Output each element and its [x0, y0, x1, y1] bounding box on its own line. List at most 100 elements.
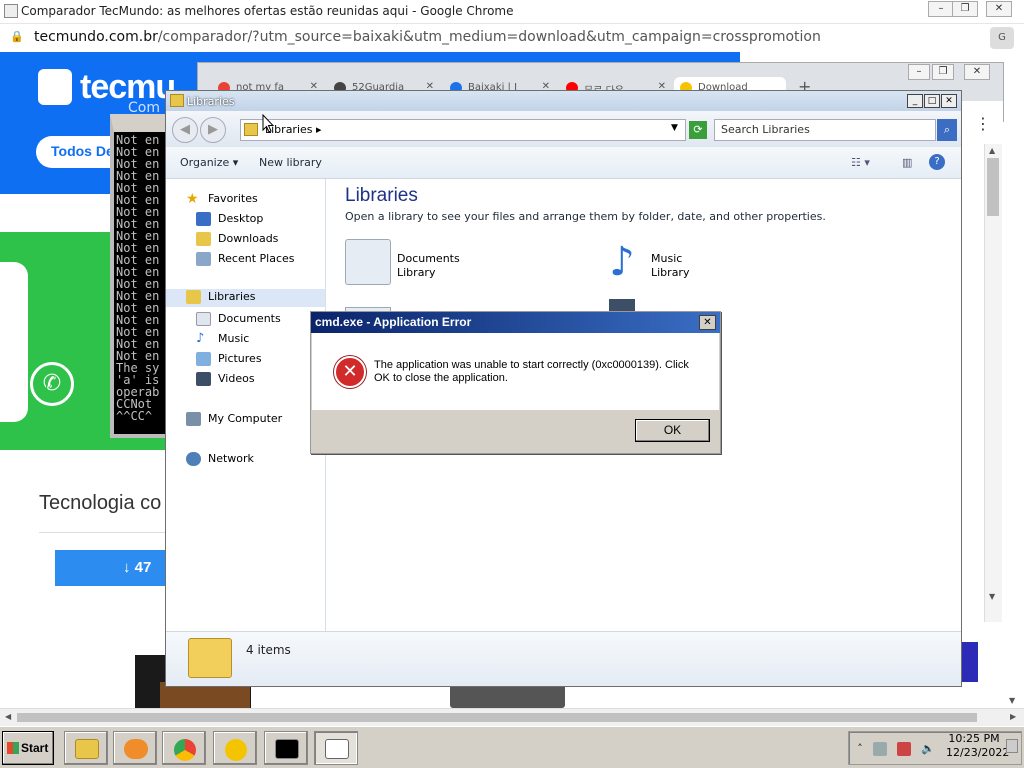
- documents-library-icon[interactable]: [345, 239, 391, 285]
- dialog-message: The application was unable to start corr…: [374, 359, 689, 384]
- back-button[interactable]: ◀: [172, 117, 198, 143]
- restore-button[interactable]: ❐: [932, 64, 954, 80]
- close-button[interactable]: ✕: [964, 64, 990, 80]
- cmd-window[interactable]: a Not en Not en Not en Not en Not en Not…: [110, 114, 172, 438]
- breadcrumb-dropdown-icon[interactable]: ▼: [671, 123, 678, 133]
- page-scrollbar[interactable]: ▲ ▼: [984, 144, 1002, 622]
- nav-network[interactable]: Network: [186, 451, 254, 469]
- library-item-documents[interactable]: Documents Library: [397, 252, 460, 280]
- start-label: Start: [21, 741, 49, 755]
- organize-button[interactable]: Organize ▾: [180, 156, 238, 169]
- taskbar-window-button[interactable]: [314, 731, 358, 765]
- forward-button[interactable]: ▶: [200, 117, 226, 143]
- clock[interactable]: 10:25 PM 12/23/2022: [946, 732, 1009, 760]
- restore-button[interactable]: ❐: [952, 1, 978, 17]
- minimize-button[interactable]: –: [928, 1, 954, 17]
- libraries-folder-icon: [186, 290, 201, 304]
- desktop-icon: [196, 212, 211, 226]
- minimize-button[interactable]: _: [907, 94, 923, 108]
- nav-videos[interactable]: Videos: [196, 371, 255, 389]
- network-tray-icon[interactable]: [873, 742, 887, 756]
- nav-downloads[interactable]: Downloads: [196, 231, 278, 249]
- translate-icon[interactable]: G: [990, 27, 1014, 49]
- nav-pictures[interactable]: Pictures: [196, 351, 262, 369]
- details-pane: 4 items: [166, 631, 961, 686]
- horizontal-scrollbar-thumb[interactable]: [17, 713, 977, 722]
- scroll-right-arrow-icon[interactable]: ▶: [1010, 712, 1016, 721]
- clock-date: 12/23/2022: [946, 746, 1010, 759]
- scrollbar-thumb[interactable]: [987, 158, 999, 216]
- maximize-button[interactable]: □: [924, 94, 940, 108]
- item-count: 4 items: [246, 643, 291, 657]
- action-center-icon[interactable]: [897, 742, 911, 756]
- taskbar-cmd-button[interactable]: [264, 731, 308, 765]
- discount-badge[interactable]: ↓ 47: [55, 550, 170, 586]
- error-icon: ✕: [334, 356, 366, 388]
- explorer-title-bar[interactable]: Libraries _ □ ✕: [166, 91, 961, 111]
- close-button[interactable]: ✕: [986, 1, 1012, 17]
- nav-recent-places[interactable]: Recent Places: [196, 251, 295, 269]
- preview-pane-icon[interactable]: ▥: [902, 156, 912, 169]
- taskbar-chrome-button[interactable]: [162, 731, 206, 765]
- scroll-left-arrow-icon[interactable]: ◀: [5, 712, 11, 721]
- mouse-cursor-icon: [262, 114, 274, 133]
- scroll-down-arrow-icon[interactable]: ▼: [989, 592, 995, 601]
- minimize-button[interactable]: –: [908, 64, 930, 80]
- libraries-large-icon: [188, 638, 232, 678]
- windows-logo-icon: [7, 742, 19, 754]
- chrome-window-icon: [4, 4, 18, 18]
- nav-my-computer[interactable]: My Computer: [186, 411, 282, 429]
- content-heading: Libraries: [345, 185, 418, 206]
- address-bar[interactable]: 🔒 tecmundo.com.br/comparador/?utm_source…: [0, 24, 1024, 52]
- explorer-toolbar: Organize ▾ New library ☷ ▾ ▥ ?: [166, 147, 961, 179]
- url-text[interactable]: tecmundo.com.br/comparador/?utm_source=b…: [34, 29, 821, 45]
- nav-favorites[interactable]: ★ Favorites: [186, 191, 258, 209]
- music-library-icon[interactable]: ♪: [599, 239, 645, 285]
- show-desktop-button[interactable]: [1006, 739, 1018, 753]
- nav-music[interactable]: ♪ Music: [196, 331, 249, 349]
- refresh-icon[interactable]: ⟳: [689, 121, 707, 139]
- music-icon: ♪: [196, 331, 205, 346]
- tecmundo-logo-icon[interactable]: [38, 69, 72, 105]
- tray-expand-icon[interactable]: ˄: [853, 742, 867, 756]
- new-library-button[interactable]: New library: [259, 156, 322, 169]
- network-icon: [186, 452, 201, 466]
- nav-label: Documents: [218, 312, 281, 325]
- media-player-icon: [124, 739, 148, 759]
- horizontal-scrollbar[interactable]: ◀ ▶: [0, 708, 1024, 726]
- scroll-down-arrow-icon[interactable]: ▼: [1009, 696, 1015, 705]
- library-name: Music: [651, 252, 683, 265]
- taskbar-explorer-button[interactable]: [64, 731, 108, 765]
- library-name: Documents: [397, 252, 460, 265]
- taskbar-media-player-button[interactable]: [113, 731, 157, 765]
- dialog-close-button[interactable]: ✕: [699, 315, 716, 330]
- section-heading: Tecnologia co: [39, 492, 162, 514]
- nav-label: Desktop: [218, 212, 264, 225]
- application-error-dialog[interactable]: cmd.exe - Application Error ✕ ✕ The appl…: [310, 311, 721, 454]
- search-icon[interactable]: ⌕: [937, 119, 957, 141]
- library-type: Library: [651, 266, 690, 279]
- folder-icon: [75, 739, 99, 759]
- cmd-output: Not en Not en Not en Not en Not en Not e…: [116, 133, 160, 423]
- view-options-icon[interactable]: ☷ ▾: [851, 156, 870, 169]
- ok-button[interactable]: OK: [635, 419, 710, 442]
- library-item-music[interactable]: Music Library: [651, 252, 689, 280]
- nav-desktop[interactable]: Desktop: [196, 211, 263, 229]
- explorer-title: Libraries: [187, 95, 235, 108]
- chrome-menu-icon[interactable]: ⋮: [975, 114, 991, 133]
- help-icon[interactable]: ?: [929, 154, 945, 170]
- lock-icon[interactable]: 🔒: [10, 30, 24, 44]
- breadcrumb[interactable]: Libraries ▸ ▼: [240, 119, 686, 141]
- taskbar: Start ˄ 🔈 10:25 PM 12/23/2022: [0, 726, 1024, 768]
- nav-libraries[interactable]: Libraries: [166, 289, 325, 307]
- url-path: /comparador/?utm_source=baixaki&utm_medi…: [157, 29, 821, 45]
- volume-icon[interactable]: 🔈: [921, 742, 935, 756]
- cmd-title-text: a: [132, 116, 139, 127]
- nav-documents[interactable]: Documents: [196, 311, 281, 329]
- taskbar-app-button[interactable]: [213, 731, 257, 765]
- start-button[interactable]: Start: [2, 731, 54, 765]
- scroll-up-arrow-icon[interactable]: ▲: [989, 146, 995, 155]
- nav-label: Recent Places: [218, 252, 295, 265]
- search-input[interactable]: Search Libraries: [714, 119, 936, 141]
- close-button[interactable]: ✕: [941, 94, 957, 108]
